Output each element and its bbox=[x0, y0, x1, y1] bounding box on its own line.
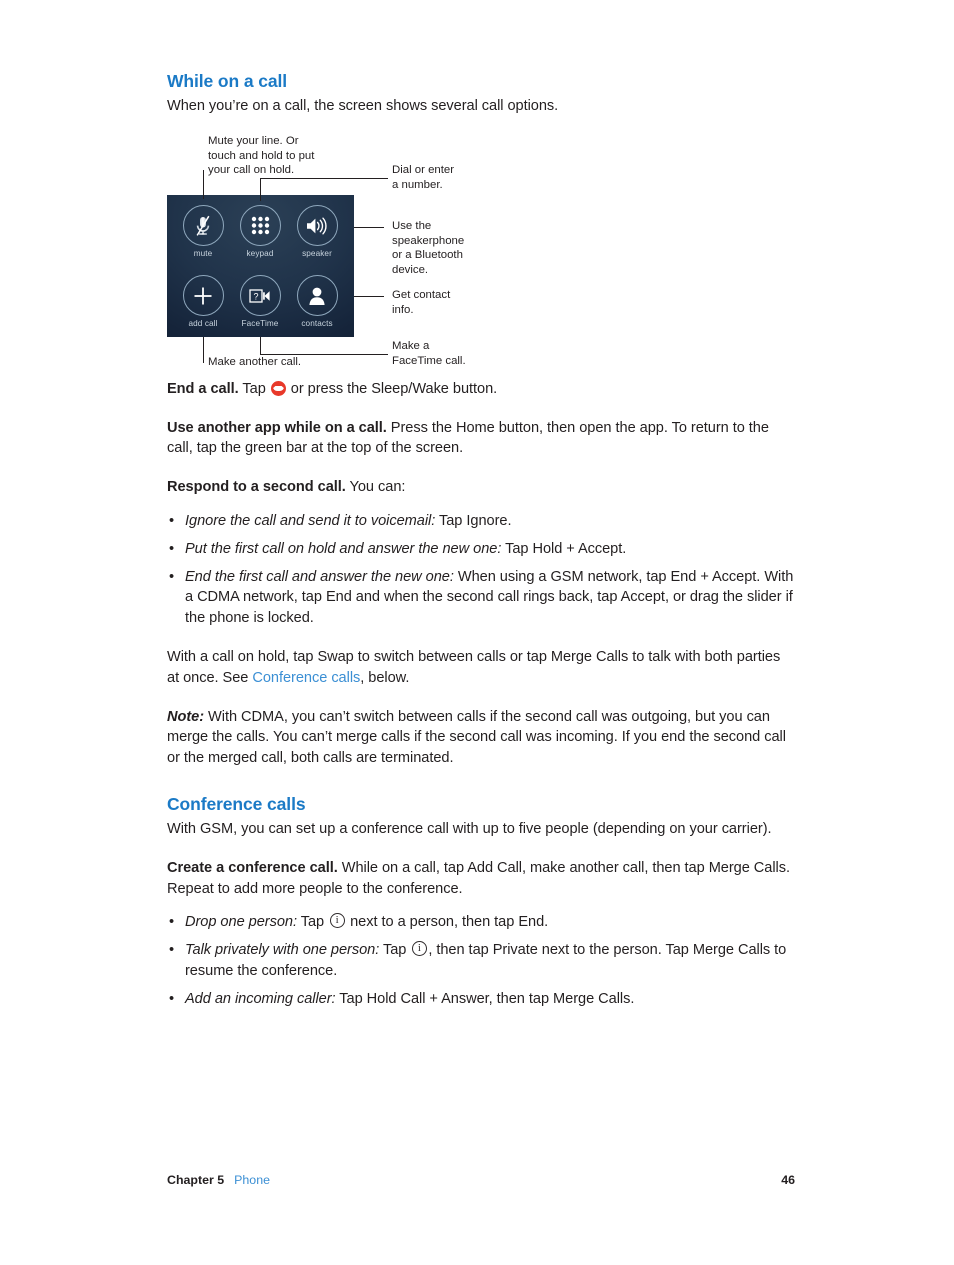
bullet-glyph: • bbox=[169, 568, 175, 585]
bullet-glyph: • bbox=[169, 942, 175, 959]
bullet-mid: Tap Hold Call + Answer, then tap Merge C… bbox=[335, 990, 635, 1007]
paragraph-note: Note: With CDMA, you can’t switch betwee… bbox=[167, 707, 795, 769]
bullet-glyph: • bbox=[169, 540, 175, 557]
bullet-lead: Talk privately with one person: bbox=[185, 942, 380, 959]
list-item: • Ignore the call and send it to voicema… bbox=[167, 511, 795, 532]
bullet-lead: Ignore the call and send it to voicemail… bbox=[185, 512, 436, 529]
end-a-call-text-before: Tap bbox=[238, 380, 270, 397]
paragraph-swap-merge: With a call on hold, tap Swap to switch … bbox=[167, 647, 795, 689]
end-a-call-text-after: or press the Sleep/Wake button. bbox=[286, 380, 498, 397]
bullet-lead: Put the first call on hold and answer th… bbox=[185, 540, 502, 557]
respond-second-call-text: You can: bbox=[345, 479, 406, 496]
paragraph-respond-second-call: Respond to a second call. You can: bbox=[167, 477, 795, 498]
footer-page-number: 46 bbox=[781, 1173, 795, 1187]
paragraph-create-conference-call: Create a conference call. While on a cal… bbox=[167, 858, 795, 900]
list-item: • Drop one person: Tap next to a person,… bbox=[167, 912, 795, 933]
bullet-glyph: • bbox=[169, 512, 175, 529]
list-item: • End the first call and answer the new … bbox=[167, 567, 795, 629]
page-footer: Chapter 5 Phone 46 bbox=[167, 1172, 795, 1188]
bullet-mid: Tap bbox=[296, 914, 329, 931]
paragraph-use-another-app: Use another app while on a call. Press t… bbox=[167, 418, 795, 460]
respond-second-call-lead: Respond to a second call. bbox=[167, 479, 346, 496]
bullet-glyph: • bbox=[169, 990, 175, 1007]
page-title: While on a call bbox=[167, 71, 288, 91]
content-column: While on a call When you’re on a call, t… bbox=[167, 70, 795, 1010]
note-lead: Note: bbox=[167, 708, 205, 725]
list-item: • Talk privately with one person: Tap , … bbox=[167, 940, 795, 982]
info-icon bbox=[329, 913, 345, 929]
list-item: • Add an incoming caller: Tap Hold Call … bbox=[167, 989, 795, 1010]
end-a-call-lead: End a call. bbox=[167, 380, 239, 397]
document-page: mute keypad speaker add call ? FaceTime … bbox=[0, 0, 954, 1265]
footer-chapter: Chapter 5 bbox=[167, 1173, 225, 1187]
section-heading-conference-calls: Conference calls bbox=[167, 793, 306, 814]
note-text: With CDMA, you can’t switch between call… bbox=[167, 708, 786, 767]
bullet-mid: Tap bbox=[379, 942, 411, 959]
end-call-icon bbox=[270, 380, 286, 396]
respond-second-call-list: • Ignore the call and send it to voicema… bbox=[167, 511, 795, 629]
list-item: • Put the first call on hold and answer … bbox=[167, 539, 795, 560]
conference-calls-link[interactable]: Conference calls bbox=[252, 670, 360, 686]
paragraph-end-a-call: End a call. Tap or press the Sleep/Wake … bbox=[167, 379, 795, 400]
swap-text-after-link: , below. bbox=[360, 669, 410, 686]
bullet-lead: Drop one person: bbox=[185, 914, 297, 931]
section1-intro: When you’re on a call, the screen shows … bbox=[167, 98, 559, 114]
bullet-lead: End the first call and answer the new on… bbox=[185, 568, 454, 585]
create-conference-lead: Create a conference call. bbox=[167, 859, 338, 876]
conference-calls-list: • Drop one person: Tap next to a person,… bbox=[167, 912, 795, 1009]
bullet-text: Tap Hold + Accept. bbox=[501, 540, 627, 557]
bullet-tail: next to a person, then tap End. bbox=[346, 914, 549, 931]
bullet-text: Tap Ignore. bbox=[435, 512, 512, 529]
use-another-app-lead: Use another app while on a call. bbox=[167, 419, 387, 436]
footer-chapter-link[interactable]: Phone bbox=[234, 1173, 270, 1187]
bullet-lead: Add an incoming caller: bbox=[185, 990, 336, 1007]
bullet-glyph: • bbox=[169, 914, 175, 931]
figure-spacer bbox=[167, 117, 795, 379]
info-icon bbox=[411, 941, 427, 957]
section2-intro: With GSM, you can set up a conference ca… bbox=[167, 820, 772, 837]
